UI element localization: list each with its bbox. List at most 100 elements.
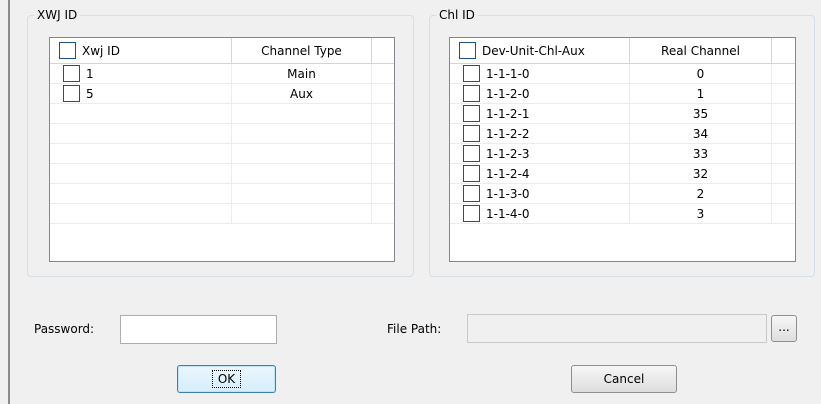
xwj-id-value: 1: [86, 66, 94, 81]
chl-table-row[interactable]: 1-1-2-0 1: [450, 84, 795, 104]
chl-table-row[interactable]: 1-1-2-4 32: [450, 164, 795, 184]
xwj-list-body: 1 Main 5 Aux: [50, 64, 394, 224]
channel-type-value: Aux: [290, 86, 313, 101]
chl-row-filler: [772, 204, 795, 223]
real-channel-cell: 3: [630, 204, 772, 223]
dev-unit-chl-aux-header-label: Dev-Unit-Chl-Aux: [482, 43, 585, 58]
real-channel-cell: 34: [630, 124, 772, 143]
xwj-id-column-header[interactable]: Xwj ID: [50, 38, 232, 63]
real-channel-column-header[interactable]: Real Channel: [630, 38, 772, 63]
dev-unit-chl-aux-column-header[interactable]: Dev-Unit-Chl-Aux: [450, 38, 630, 63]
chl-id-list[interactable]: Dev-Unit-Chl-Aux Real Channel 1-1-1-0 0 1-…: [449, 37, 796, 262]
chl-row-checkbox[interactable]: [463, 165, 480, 182]
xwj-empty-cell: [232, 124, 372, 143]
dev-unit-chl-aux-value: 1-1-1-0: [486, 66, 530, 81]
xwj-table-row[interactable]: 1 Main: [50, 64, 394, 84]
channel-type-value: Main: [287, 66, 316, 81]
chl-table-row[interactable]: 1-1-1-0 0: [450, 64, 795, 84]
select-all-chl-checkbox[interactable]: [459, 42, 476, 59]
xwj-empty-cell: [372, 144, 394, 163]
chl-table-row[interactable]: 1-1-4-0 3: [450, 204, 795, 224]
xwj-id-list[interactable]: Xwj ID Channel Type 1 Main 5 Aux: [49, 37, 395, 262]
channel-type-header-label: Channel Type: [261, 43, 342, 58]
xwj-empty-cell: [232, 144, 372, 163]
xwj-id-cell: 1: [50, 64, 232, 83]
dev-unit-chl-aux-cell: 1-1-2-4: [450, 164, 630, 183]
dev-unit-chl-aux-cell: 1-1-4-0: [450, 204, 630, 223]
channel-type-cell: Aux: [232, 84, 372, 103]
real-channel-value: 33: [692, 146, 709, 161]
xwj-empty-cell: [372, 124, 394, 143]
xwj-empty-cell: [372, 104, 394, 123]
chl-row-checkbox[interactable]: [463, 205, 480, 222]
xwj-empty-cell: [50, 104, 232, 123]
xwj-empty-row: [50, 184, 394, 204]
xwj-id-value: 5: [86, 86, 94, 101]
password-input[interactable]: [120, 315, 277, 344]
file-path-input[interactable]: [467, 314, 767, 343]
chl-row-checkbox[interactable]: [463, 185, 480, 202]
dev-unit-chl-aux-cell: 1-1-2-2: [450, 124, 630, 143]
chl-row-checkbox[interactable]: [463, 65, 480, 82]
chl-header-filler: [772, 38, 795, 63]
xwj-id-header-label: Xwj ID: [82, 43, 120, 58]
xwj-id-legend: XWJ ID: [37, 8, 78, 22]
real-channel-cell: 32: [630, 164, 772, 183]
xwj-empty-cell: [50, 184, 232, 203]
dev-unit-chl-aux-value: 1-1-4-0: [486, 206, 530, 221]
xwj-empty-row: [50, 104, 394, 124]
file-path-label: File Path:: [387, 322, 442, 336]
dev-unit-chl-aux-value: 1-1-2-4: [486, 166, 530, 181]
browse-button[interactable]: ...: [771, 315, 797, 342]
dev-unit-chl-aux-value: 1-1-3-0: [486, 186, 530, 201]
real-channel-value: 35: [692, 106, 709, 121]
dev-unit-chl-aux-value: 1-1-2-3: [486, 146, 530, 161]
xwj-empty-cell: [50, 204, 232, 223]
password-label: Password:: [34, 322, 95, 336]
ok-button-label: OK: [211, 370, 242, 388]
real-channel-cell: 33: [630, 144, 772, 163]
real-channel-header-label: Real Channel: [661, 43, 740, 58]
xwj-table-row[interactable]: 5 Aux: [50, 84, 394, 104]
chl-row-checkbox[interactable]: [463, 85, 480, 102]
chl-table-row[interactable]: 1-1-2-2 34: [450, 124, 795, 144]
chl-row-checkbox[interactable]: [463, 105, 480, 122]
xwj-empty-cell: [50, 144, 232, 163]
chl-table-row[interactable]: 1-1-3-0 2: [450, 184, 795, 204]
xwj-empty-cell: [372, 184, 394, 203]
xwj-row-checkbox[interactable]: [63, 65, 80, 82]
xwj-empty-row: [50, 204, 394, 224]
chl-table-row[interactable]: 1-1-2-3 33: [450, 144, 795, 164]
chl-row-filler: [772, 124, 795, 143]
dev-unit-chl-aux-value: 1-1-2-0: [486, 86, 530, 101]
ok-button[interactable]: OK: [177, 365, 276, 393]
xwj-row-filler: [372, 64, 394, 83]
xwj-empty-cell: [50, 124, 232, 143]
chl-row-filler: [772, 184, 795, 203]
xwj-empty-cell: [372, 204, 394, 223]
real-channel-cell: 1: [630, 84, 772, 103]
chl-row-filler: [772, 64, 795, 83]
real-channel-cell: 2: [630, 184, 772, 203]
chl-row-checkbox[interactable]: [463, 145, 480, 162]
select-all-xwj-checkbox[interactable]: [59, 42, 76, 59]
xwj-empty-cell: [50, 164, 232, 183]
chl-row-filler: [772, 144, 795, 163]
real-channel-cell: 35: [630, 104, 772, 123]
chl-table-row[interactable]: 1-1-2-1 35: [450, 104, 795, 124]
xwj-empty-cell: [232, 204, 372, 223]
xwj-empty-cell: [232, 164, 372, 183]
dev-unit-chl-aux-cell: 1-1-1-0: [450, 64, 630, 83]
channel-type-column-header[interactable]: Channel Type: [232, 38, 372, 63]
real-channel-value: 2: [696, 186, 705, 201]
xwj-empty-cell: [232, 184, 372, 203]
cancel-button[interactable]: Cancel: [571, 365, 677, 393]
xwj-id-cell: 5: [50, 84, 232, 103]
chl-list-header: Dev-Unit-Chl-Aux Real Channel: [450, 38, 795, 64]
dev-unit-chl-aux-value: 1-1-2-1: [486, 106, 530, 121]
xwj-row-checkbox[interactable]: [63, 85, 80, 102]
dev-unit-chl-aux-cell: 1-1-2-3: [450, 144, 630, 163]
chl-row-checkbox[interactable]: [463, 125, 480, 142]
xwj-empty-cell: [232, 104, 372, 123]
real-channel-value: 32: [692, 166, 709, 181]
